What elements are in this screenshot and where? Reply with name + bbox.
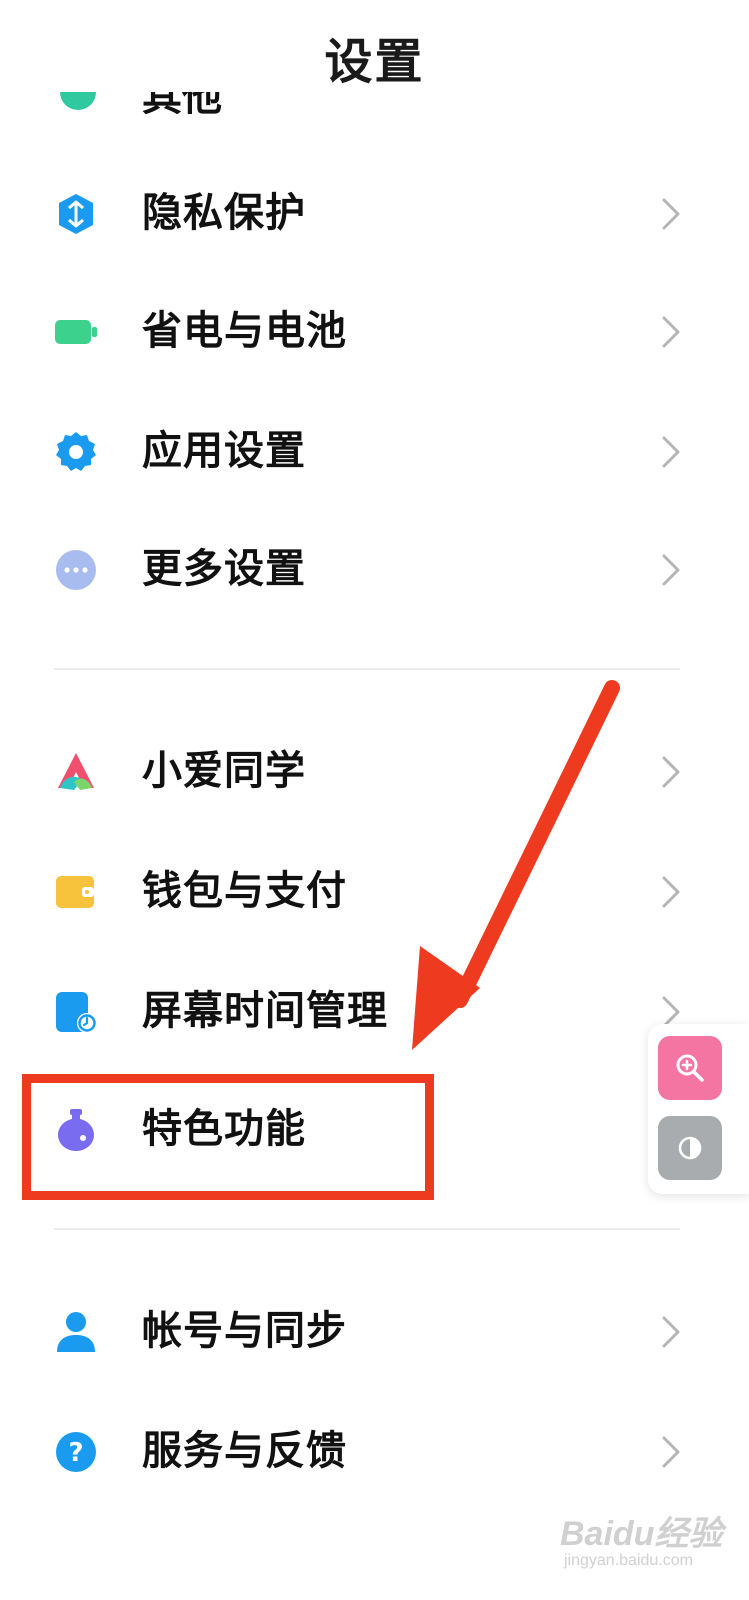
settings-item-label: 更多设置 <box>142 546 306 592</box>
watermark: Baidu经验 jingyan.baidu.com <box>560 1496 740 1576</box>
page-title: 设置 <box>324 34 425 90</box>
gear-icon <box>56 432 96 471</box>
settings-item-wallet[interactable]: 钱包与支付 <box>0 830 749 950</box>
more-dots-icon <box>56 550 96 590</box>
settings-item-label: 隐私保护 <box>142 190 306 236</box>
settings-item-privacy[interactable]: 隐私保护 <box>0 152 749 272</box>
wallet-icon <box>56 876 94 908</box>
floating-tools-panel <box>648 1024 749 1194</box>
help-icon: ? <box>56 1432 96 1472</box>
section-divider <box>54 1228 680 1230</box>
annotation-highlight-box <box>22 1074 434 1200</box>
settings-item-screen-time[interactable]: 屏幕时间管理 <box>0 950 749 1070</box>
settings-item-label: 小爱同学 <box>142 748 306 794</box>
settings-item-partial[interactable]: 其他 <box>0 92 749 114</box>
partial-item-icon <box>60 92 96 110</box>
settings-item-label: 钱包与支付 <box>142 868 347 914</box>
settings-item-label: 其他 <box>142 92 222 114</box>
contrast-icon <box>678 1136 702 1160</box>
chevron-right-icon <box>662 1436 680 1468</box>
privacy-shield-icon <box>59 194 93 234</box>
xiaoai-icon <box>58 753 94 790</box>
section-divider <box>54 668 680 670</box>
settings-item-label: 服务与反馈 <box>142 1428 347 1474</box>
chevron-right-icon <box>662 436 680 468</box>
settings-item-feedback[interactable]: ? 服务与反馈 <box>0 1390 749 1510</box>
settings-item-battery[interactable]: 省电与电池 <box>0 270 749 390</box>
settings-item-label: 屏幕时间管理 <box>142 988 388 1034</box>
settings-item-label: 应用设置 <box>142 428 306 474</box>
settings-item-xiaoai[interactable]: 小爱同学 <box>0 710 749 830</box>
account-icon <box>57 1312 95 1352</box>
chevron-right-icon <box>662 1316 680 1348</box>
chevron-right-icon <box>662 876 680 908</box>
chevron-right-icon <box>662 554 680 586</box>
settings-screen: 设置 其他 隐私保护 省电与电池 应用设置 <box>0 0 749 1600</box>
chevron-right-icon <box>662 198 680 230</box>
settings-item-account[interactable]: 帐号与同步 <box>0 1270 749 1390</box>
settings-item-label: 帐号与同步 <box>142 1308 347 1354</box>
zoom-in-icon <box>676 1054 704 1082</box>
chevron-right-icon <box>662 316 680 348</box>
zoom-button[interactable] <box>658 1036 722 1100</box>
screen-time-icon <box>56 992 97 1033</box>
settings-item-apps[interactable]: 应用设置 <box>0 390 749 510</box>
watermark-url: jingyan.baidu.com <box>564 1552 693 1569</box>
watermark-logo-text: Baidu经验 <box>560 1515 723 1553</box>
settings-item-more[interactable]: 更多设置 <box>0 508 749 628</box>
chevron-right-icon <box>662 756 680 788</box>
battery-icon <box>55 320 97 344</box>
svg-text:?: ? <box>68 1438 83 1468</box>
contrast-button[interactable] <box>658 1116 722 1180</box>
settings-item-label: 省电与电池 <box>142 308 347 354</box>
